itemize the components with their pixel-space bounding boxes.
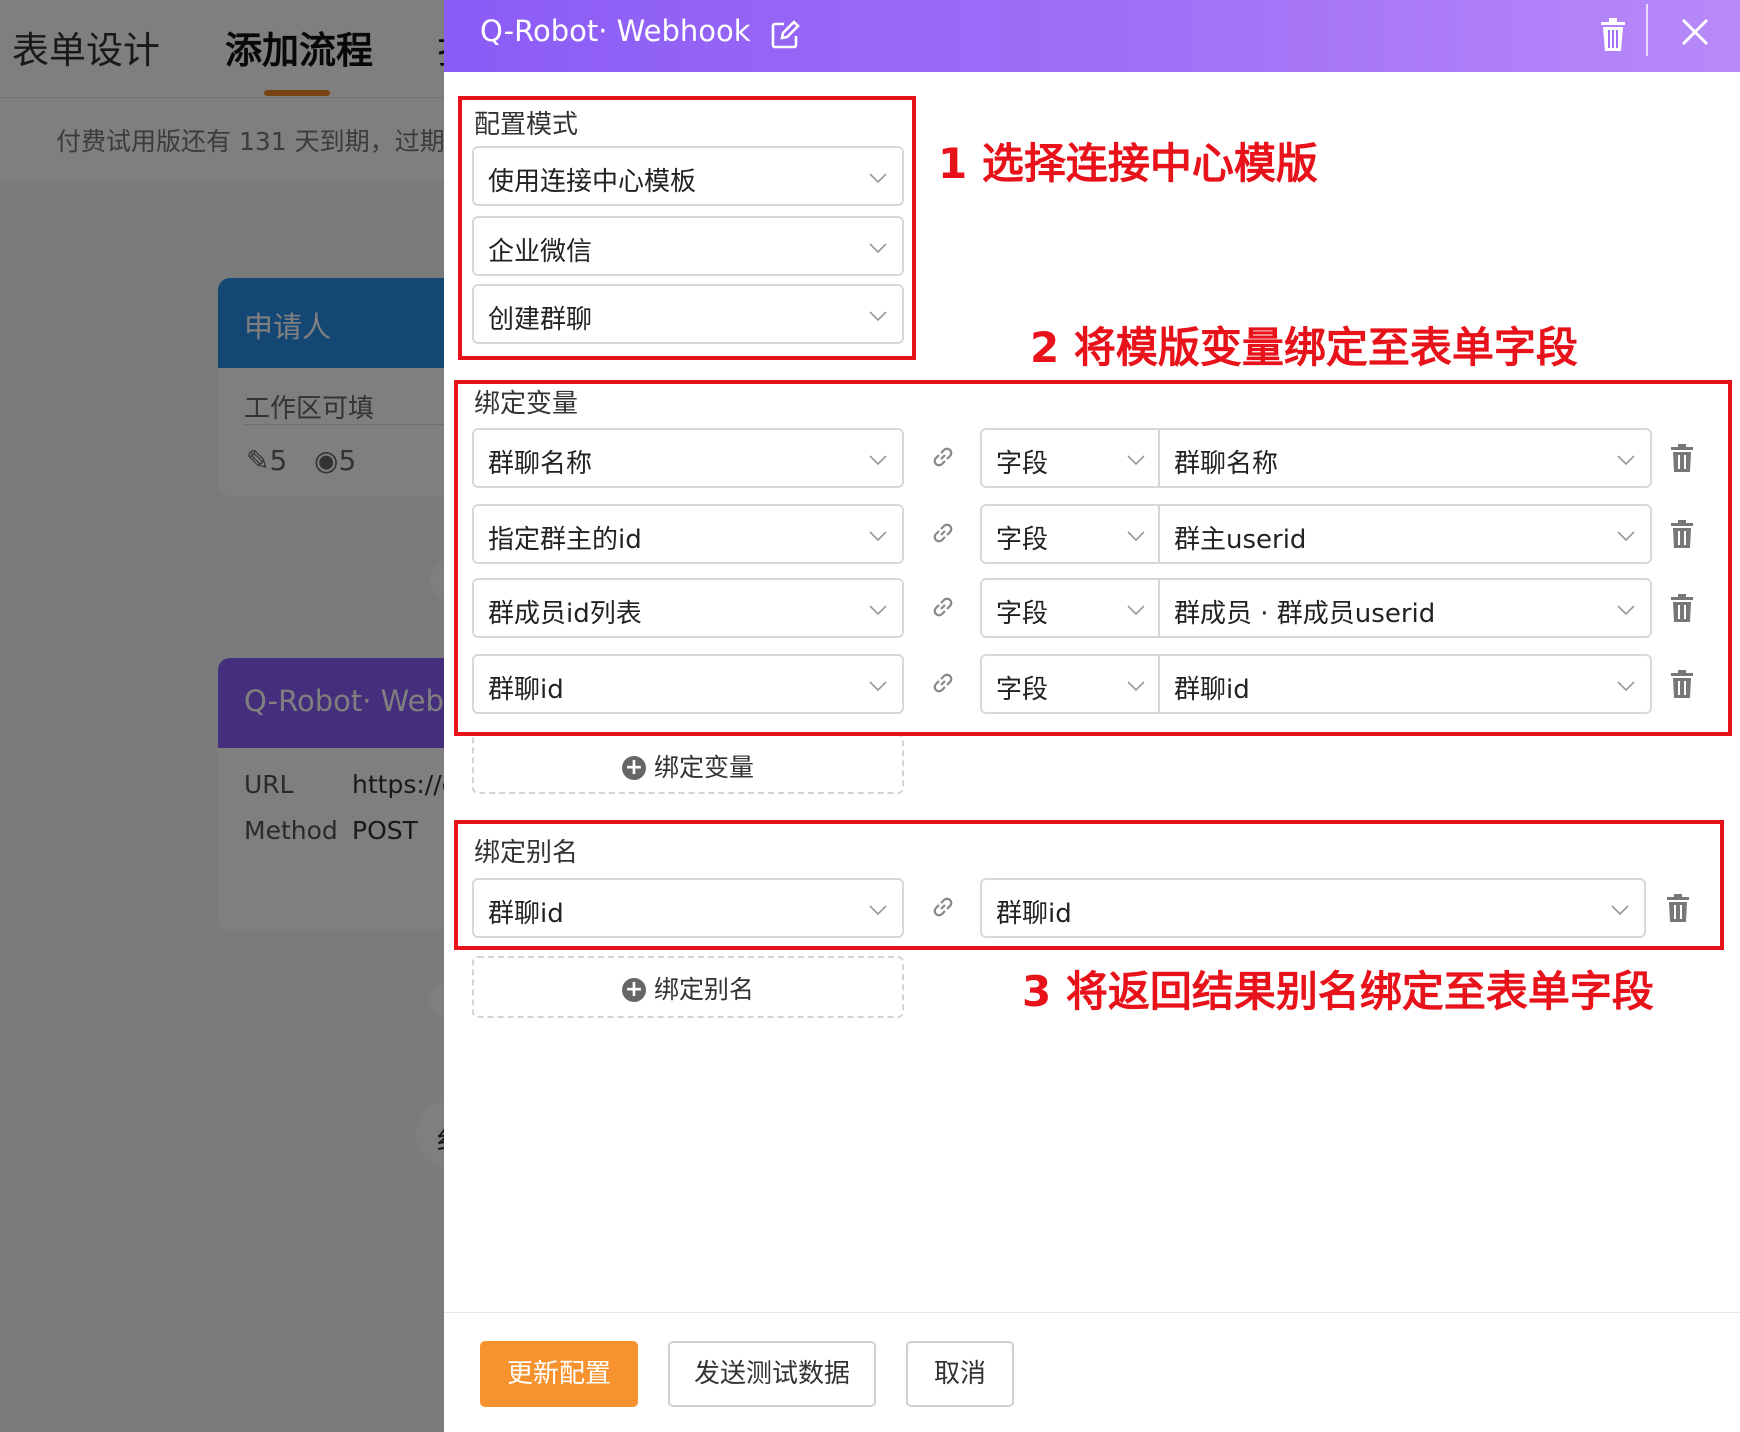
plus-circle-icon: +: [621, 978, 646, 1002]
annotation-step3: 3 将返回结果别名绑定至表单字段: [1022, 967, 1654, 1016]
annotation-box-alias: [454, 820, 1724, 950]
annotation-step1: 1 选择连接中心模版: [938, 139, 1318, 188]
add-variable-label: 绑定变量: [653, 753, 754, 782]
annotation-step2: 2 将模版变量绑定至表单字段: [1030, 323, 1578, 372]
plus-circle-icon: +: [621, 756, 646, 780]
edit-icon[interactable]: [770, 20, 800, 50]
close-icon[interactable]: [1679, 16, 1711, 48]
drawer-header: Q-Robot· Webhook: [444, 0, 1740, 72]
send-test-data-button[interactable]: 发送测试数据: [668, 1341, 876, 1407]
delete-node-icon[interactable]: [1598, 18, 1628, 52]
webhook-config-drawer: Q-Robot· Webhook 配置模式 使用连接中心模板 企业微信 创建群聊…: [444, 0, 1740, 1432]
add-alias-binding-button[interactable]: + 绑定别名: [472, 956, 904, 1018]
annotation-box-config: [458, 96, 916, 360]
header-divider: [1646, 4, 1648, 56]
cancel-button[interactable]: 取消: [906, 1341, 1014, 1407]
drawer-title: Q-Robot· Webhook: [480, 14, 751, 48]
add-variable-binding-button[interactable]: + 绑定变量: [472, 734, 904, 794]
update-config-button[interactable]: 更新配置: [480, 1341, 638, 1407]
annotation-box-variables: [454, 380, 1732, 736]
add-alias-label: 绑定别名: [653, 975, 754, 1004]
drawer-footer: 更新配置 发送测试数据 取消: [444, 1312, 1740, 1432]
